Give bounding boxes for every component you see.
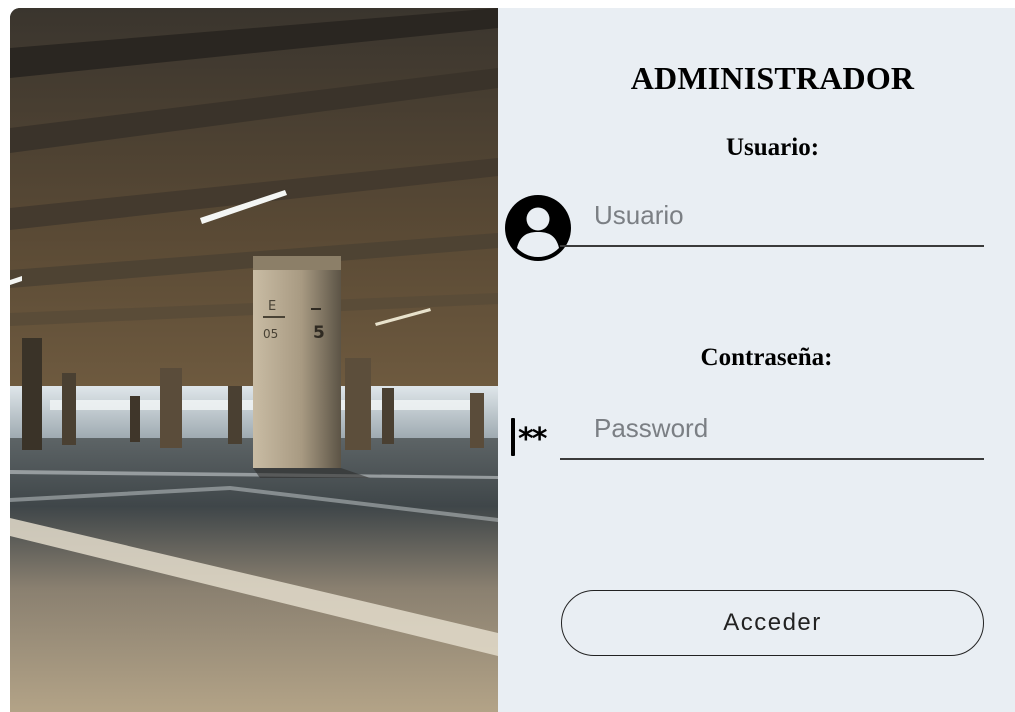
password-row: ** (498, 404, 984, 464)
login-card: E 05 5 ADMINISTRADOR Usuario: Contraseña… (10, 8, 1015, 712)
password-asterisk-icon: ** (511, 414, 547, 460)
password-cursor-bar (511, 418, 515, 456)
password-label: Contraseña: (700, 344, 833, 371)
svg-text:E: E (268, 299, 276, 314)
svg-text:5: 5 (313, 323, 325, 343)
parking-garage-photo: E 05 5 (10, 8, 498, 712)
password-input[interactable] (560, 404, 984, 460)
parking-garage-illustration: E 05 5 (10, 8, 498, 712)
login-form: ADMINISTRADOR Usuario: Contraseña: ** Ac… (498, 8, 1015, 712)
username-row (498, 191, 984, 261)
acceder-button[interactable]: Acceder (561, 590, 984, 656)
username-input[interactable] (560, 191, 984, 247)
password-asterisks: ** (518, 422, 547, 457)
svg-text:05: 05 (263, 327, 278, 341)
form-title: ADMINISTRADOR (630, 60, 915, 96)
username-label: Usuario: (725, 134, 820, 161)
